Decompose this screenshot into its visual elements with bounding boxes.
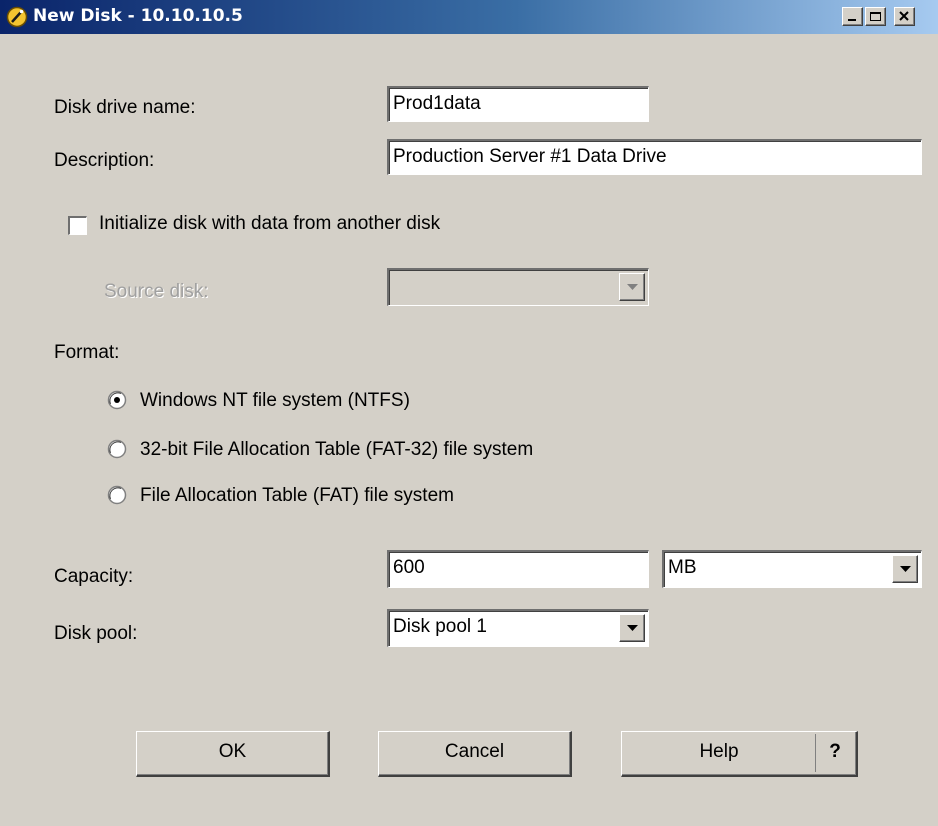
disk-pool-value: Disk pool 1	[393, 616, 487, 637]
help-button-label: Help	[699, 741, 739, 762]
radio-fat[interactable]	[107, 485, 127, 505]
help-question-icon: ?	[815, 734, 854, 772]
radio-fat32[interactable]	[107, 439, 127, 459]
cancel-button[interactable]: Cancel	[378, 731, 572, 777]
source-disk-label: Source disk:	[104, 281, 209, 302]
initialize-label[interactable]: Initialize disk with data from another d…	[99, 213, 440, 235]
disk-name-input[interactable]: Prod1data	[387, 86, 649, 122]
description-value: Production Server #1 Data Drive	[393, 146, 667, 167]
radio-fat-label[interactable]: File Allocation Table (FAT) file system	[140, 485, 454, 507]
close-button[interactable]	[894, 7, 915, 26]
format-label: Format:	[54, 342, 120, 363]
chevron-down-icon	[627, 625, 638, 631]
maximize-icon	[870, 12, 881, 21]
disk-wizard-icon	[6, 6, 28, 28]
help-button[interactable]: Help ?	[621, 731, 858, 777]
radio-fat32-label[interactable]: 32-bit File Allocation Table (FAT-32) fi…	[140, 439, 533, 461]
title-bar[interactable]: New Disk - 10.10.10.5	[0, 0, 938, 34]
new-disk-dialog: New Disk - 10.10.10.5 Disk drive name: P…	[0, 0, 938, 826]
cancel-button-label: Cancel	[444, 741, 505, 762]
source-disk-dropdown-button[interactable]	[619, 273, 645, 301]
capacity-label: Capacity:	[54, 566, 134, 587]
window-title: New Disk - 10.10.10.5	[33, 6, 243, 26]
source-disk-dropdown[interactable]	[387, 268, 649, 306]
minimize-button[interactable]	[842, 7, 863, 26]
initialize-checkbox[interactable]	[68, 216, 87, 235]
disk-pool-dropdown[interactable]: Disk pool 1	[387, 609, 649, 647]
capacity-unit-dropdown-button[interactable]	[892, 555, 918, 583]
capacity-input[interactable]: 600	[387, 550, 649, 588]
chevron-down-icon	[627, 284, 638, 290]
maximize-button[interactable]	[865, 7, 886, 26]
radio-ntfs[interactable]	[107, 390, 127, 410]
capacity-unit-dropdown[interactable]: MB	[662, 550, 922, 588]
description-input[interactable]: Production Server #1 Data Drive	[387, 139, 922, 175]
chevron-down-icon	[900, 566, 911, 572]
disk-name-value: Prod1data	[393, 93, 481, 114]
disk-pool-dropdown-button[interactable]	[619, 614, 645, 642]
close-icon	[899, 11, 909, 21]
ok-button[interactable]: OK	[136, 731, 330, 777]
capacity-value: 600	[393, 557, 425, 578]
radio-ntfs-label[interactable]: Windows NT file system (NTFS)	[140, 390, 410, 412]
description-label: Description:	[54, 150, 155, 171]
minimize-icon	[848, 19, 856, 21]
disk-name-label: Disk drive name:	[54, 97, 196, 118]
disk-pool-label: Disk pool:	[54, 623, 138, 644]
capacity-unit-value: MB	[668, 557, 697, 578]
ok-button-label: OK	[218, 741, 247, 762]
